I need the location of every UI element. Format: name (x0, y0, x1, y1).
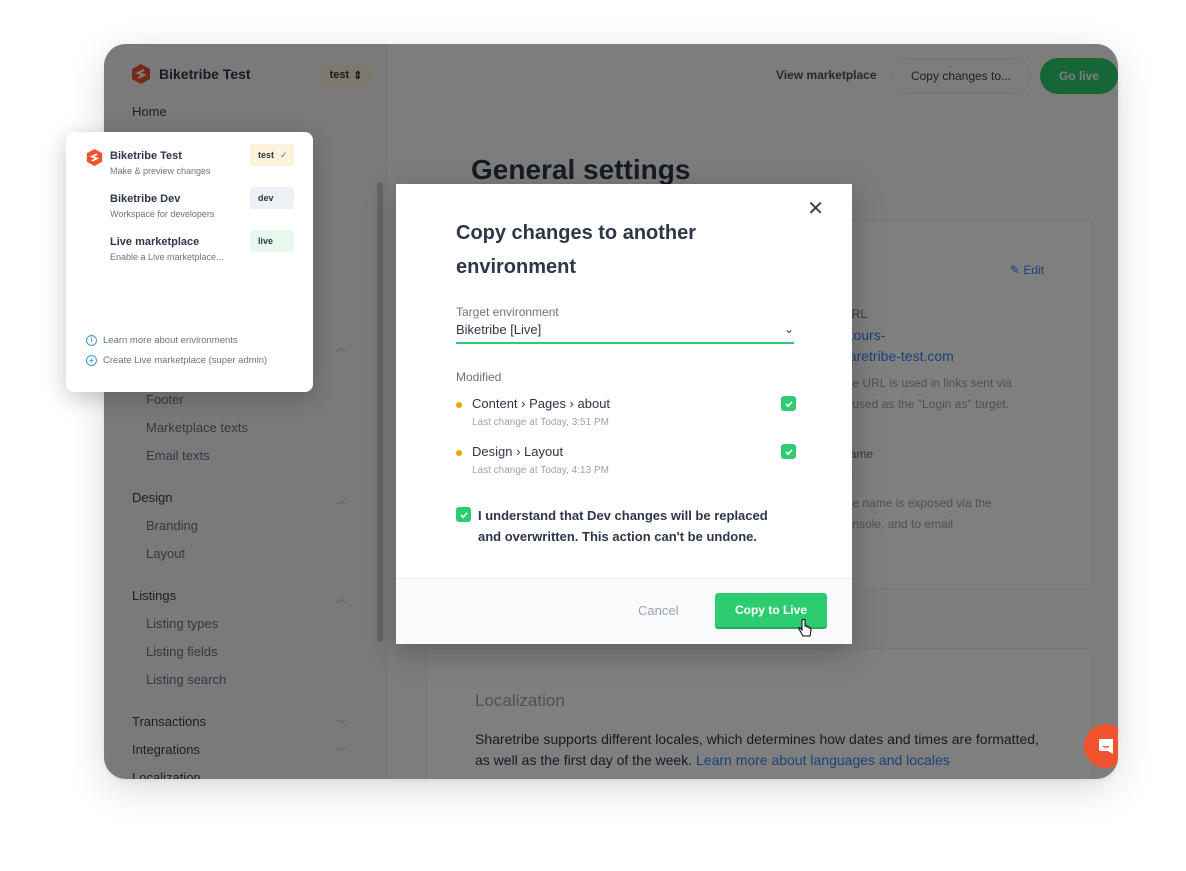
modified-label: Modified (456, 370, 502, 384)
check-icon: ✓ (280, 149, 288, 160)
create-live-marketplace-link[interactable]: + Create Live marketplace (super admin) (86, 355, 267, 366)
info-icon: i (86, 335, 97, 346)
close-icon[interactable]: ✕ (807, 196, 824, 221)
modified-item: Design › Layout Last change at Today, 4:… (456, 444, 796, 484)
environment-badge-live: live (250, 230, 294, 252)
modal-footer: Cancel Copy to Live (396, 578, 852, 644)
confirm-checkbox[interactable] (456, 507, 471, 522)
modified-item: Content › Pages › about Last change at T… (456, 396, 796, 436)
biketribe-logo-icon (86, 149, 103, 166)
environment-option-test[interactable]: Biketribe Test Make & preview changes te… (66, 144, 313, 190)
learn-environments-link[interactable]: i Learn more about environments (86, 335, 238, 346)
environment-option-dev[interactable]: Biketribe Dev Workspace for developers d… (66, 187, 313, 233)
environment-option-live[interactable]: Live marketplace Enable a Live marketpla… (66, 230, 313, 276)
check-icon (784, 448, 793, 455)
environment-popover: Biketribe Test Make & preview changes te… (66, 132, 313, 392)
check-icon (784, 400, 793, 407)
modal-title: Copy changes to another environment (456, 222, 697, 278)
modified-dot-icon (456, 450, 462, 456)
environment-badge-dev: dev (250, 187, 294, 209)
include-change-checkbox[interactable] (781, 396, 796, 411)
cancel-button[interactable]: Cancel (638, 603, 678, 618)
modified-dot-icon (456, 402, 462, 408)
copy-changes-modal: ✕ Copy changes to another environment Ta… (396, 184, 852, 644)
hand-cursor-icon (798, 619, 812, 637)
chat-icon (1099, 739, 1113, 754)
target-environment-select[interactable]: Biketribe [Live] ⌄ (456, 322, 794, 344)
environment-badge-test: test ✓ (250, 144, 294, 166)
confirm-text: I understand that Dev changes will be re… (478, 508, 768, 544)
plus-circle-icon: + (86, 355, 97, 366)
check-icon (459, 511, 468, 518)
chevron-down-icon: ⌄ (783, 322, 794, 336)
target-environment-label: Target environment (456, 305, 559, 319)
include-change-checkbox[interactable] (781, 444, 796, 459)
